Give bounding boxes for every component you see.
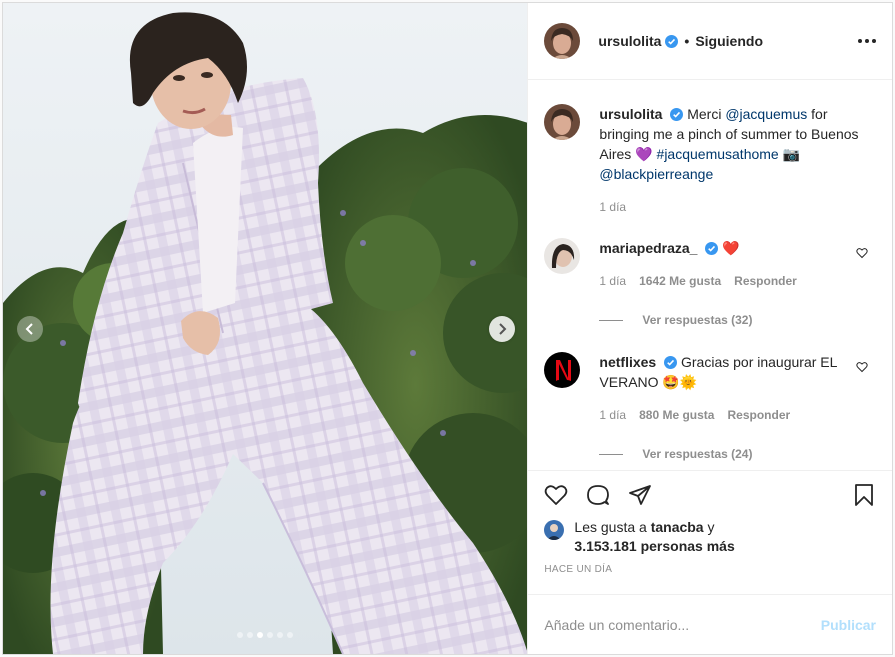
post-details-panel: ursulolita • Siguiendo ursulolita Merci …: [527, 3, 892, 654]
avatar-image: [544, 520, 565, 540]
carousel-dot: [237, 632, 244, 638]
verified-badge-icon: [705, 242, 719, 255]
caption-text: Merci: [687, 106, 722, 122]
view-replies-label[interactable]: Ver respuestas (24): [642, 447, 752, 461]
follow-separator: •: [684, 33, 690, 49]
reply-button[interactable]: Responder: [727, 405, 790, 425]
comment-username[interactable]: netflixes: [599, 354, 656, 370]
author-username[interactable]: ursulolita: [598, 33, 661, 49]
more-options-button[interactable]: [858, 33, 876, 49]
caption-time[interactable]: 1 día: [599, 197, 626, 217]
post-time[interactable]: HACE UN DÍA: [528, 560, 892, 594]
avatar[interactable]: [544, 520, 565, 540]
avatar[interactable]: [544, 104, 581, 140]
carousel-dot: [247, 632, 254, 638]
likes-connector: y: [707, 519, 715, 535]
follow-status-button[interactable]: Siguiendo: [695, 33, 763, 49]
replies-divider: [599, 319, 624, 321]
more-dot-icon: [872, 39, 876, 43]
likes-prefix: Les gusta a: [574, 519, 647, 535]
post-media[interactable]: [3, 3, 528, 654]
comment-icon[interactable]: [586, 483, 610, 507]
avatar-image: [544, 23, 581, 59]
carousel-indicator: [3, 632, 527, 638]
save-bookmark-icon[interactable]: [852, 483, 876, 507]
avatar-image: [544, 104, 581, 140]
avatar-image: [544, 238, 581, 274]
comment-time[interactable]: 1 día: [599, 405, 626, 425]
view-replies[interactable]: Ver respuestas (24): [599, 447, 876, 461]
comment-time[interactable]: 1 día: [599, 271, 626, 291]
comment-likes[interactable]: 1642 Me gusta: [639, 271, 721, 291]
caption: ursulolita Merci @jacquemus for bringing…: [544, 104, 876, 217]
replies-divider: [599, 453, 624, 455]
chevron-left-icon: [25, 323, 33, 335]
verified-badge-icon: [665, 34, 679, 48]
comment-username[interactable]: mariapedraza_: [599, 240, 697, 256]
heart-emoji: 💜: [635, 146, 653, 162]
hashtag-link[interactable]: #jacquemusathome: [657, 146, 779, 162]
avatar[interactable]: [544, 352, 581, 388]
carousel-dot: [267, 632, 274, 638]
share-icon[interactable]: [628, 483, 652, 507]
view-replies[interactable]: Ver respuestas (32): [599, 313, 876, 327]
more-dot-icon: [858, 39, 862, 43]
post-header: ursulolita • Siguiendo: [528, 3, 892, 80]
reply-button[interactable]: Responder: [734, 271, 797, 291]
carousel-dot: [287, 632, 294, 638]
more-dot-icon: [865, 39, 869, 43]
add-comment-bar: Publicar: [528, 594, 892, 654]
heart-outline-icon[interactable]: [856, 361, 868, 373]
avatar[interactable]: [544, 238, 581, 274]
comment-text: ❤️: [722, 240, 740, 256]
avatar[interactable]: [544, 23, 581, 59]
post-actions: [528, 470, 892, 518]
verified-badge-icon: [664, 356, 678, 369]
chevron-right-icon: [499, 323, 507, 335]
caption-username[interactable]: ursulolita: [599, 106, 662, 122]
netflix-logo-icon: [544, 352, 581, 388]
carousel-dot: [277, 632, 284, 638]
camera-emoji: 📷: [782, 146, 801, 162]
comment-item: mariapedraza_ ❤️ 1 día 1642 Me gusta Res…: [544, 238, 876, 291]
next-slide-button[interactable]: [489, 316, 515, 342]
publish-button[interactable]: Publicar: [821, 617, 876, 633]
liker-username[interactable]: tanacba: [651, 519, 704, 535]
comment-likes[interactable]: 880 Me gusta: [639, 405, 714, 425]
post-photo: [3, 3, 528, 654]
previous-slide-button[interactable]: [17, 316, 43, 342]
post-container: ursulolita • Siguiendo ursulolita Merci …: [2, 2, 893, 655]
carousel-dot: [257, 632, 264, 638]
comment-item: netflixes Gracias por inaugurar EL VERAN…: [544, 352, 876, 425]
mention-link[interactable]: @blackpierreange: [599, 166, 713, 182]
comment-input[interactable]: [544, 616, 821, 633]
comments-section[interactable]: ursulolita Merci @jacquemus for bringing…: [528, 80, 892, 470]
view-replies-label[interactable]: Ver respuestas (32): [642, 313, 752, 327]
like-heart-icon[interactable]: [544, 483, 568, 507]
likes-count[interactable]: 3.153.181 personas más: [574, 538, 734, 554]
likes-summary: Les gusta a tanacba y 3.153.181 personas…: [528, 518, 892, 560]
mention-link[interactable]: @jacquemus: [725, 106, 807, 122]
heart-outline-icon[interactable]: [856, 247, 868, 259]
verified-badge-icon: [670, 108, 684, 121]
